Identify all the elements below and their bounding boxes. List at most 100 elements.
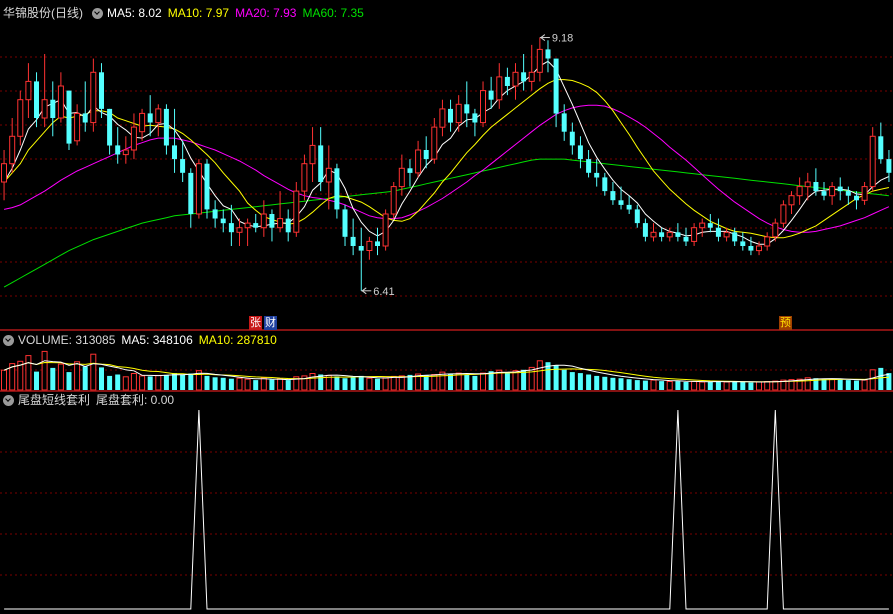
candle-body [488,90,494,100]
volume-bar [536,360,543,391]
volume-bar [586,374,592,390]
chevron-down-icon[interactable] [92,7,103,19]
candle-body [301,163,308,192]
event-badge-yu[interactable]: 预 [779,316,792,330]
candle-body [188,172,194,214]
candle-body [813,182,819,192]
indicator-series [4,409,889,610]
indicator-legend: 尾盘短线套利 尾盘套利: 0.00 [0,391,180,409]
candle-body [25,80,32,101]
volume-bar [244,378,251,391]
volume-bar [618,378,624,390]
low-price-label: 6.41 [373,286,394,298]
candle-body [82,113,88,123]
candle-body [74,112,81,142]
candle-body [804,181,811,188]
candle-body [366,240,373,251]
event-badge-zhang[interactable]: 张 [249,316,262,330]
volume-bar [57,363,64,391]
volume-bar [115,374,121,390]
volume-bar [66,372,72,390]
volume-bar [350,377,356,390]
candle-body [772,222,779,238]
candle-body [325,167,332,183]
chevron-down-icon[interactable] [3,394,14,406]
candle-body [666,231,673,238]
candle-body [439,108,446,128]
volume-bar [253,380,259,390]
volume-bar [504,372,510,390]
candle-body [212,209,218,219]
candle-body [155,108,162,124]
candle-body [472,113,478,123]
candle-body [228,223,234,233]
ma5-label: MA5: 8.02 [107,6,162,20]
volume-bar [829,378,836,391]
candle-body [50,99,56,118]
volume-ma10-label: MA10: 287810 [198,333,277,347]
volume-bar [861,379,868,391]
candle-body [691,227,698,242]
candle-body [675,232,681,237]
candle-body [861,186,868,201]
candle-body [57,85,64,119]
candle-body [748,246,754,251]
candle-body [610,191,616,201]
candle-body [390,186,397,215]
candle-body [780,204,787,224]
volume-bar [455,372,462,391]
volume-bar [342,378,348,390]
candle-body [342,209,348,237]
volume-bar [147,376,153,390]
indicator-line [4,409,889,610]
high-price-label: 9.18 [552,33,573,45]
candle-body [642,223,648,237]
volume-bar [878,367,884,390]
candle-body [180,159,186,173]
volume-bar [610,377,616,390]
event-badge-cai[interactable]: 财 [264,316,277,330]
volume-bar [740,382,746,390]
candle-body [845,191,851,196]
volume-bar [715,381,721,390]
candle-body [163,108,169,146]
volume-bar [666,381,673,391]
indicator-name: 尾盘短线套利 [18,393,91,407]
volume-bar [212,377,218,390]
main-legend: 华锦股份(日线) MA5: 8.02 MA10: 7.97 MA20: 7.93… [0,4,370,22]
volume-bar [723,381,730,391]
ma10-label: MA10: 7.97 [167,6,230,20]
candle-body [618,200,624,205]
volume-bar [602,376,608,390]
candle-body [707,223,713,228]
chevron-down-icon[interactable] [3,334,14,346]
stock-chart: 9.18 6.41 [0,33,893,610]
candle-body [41,99,48,119]
volume-bar [748,382,754,390]
candle-body [521,72,527,82]
candle-body [650,231,657,238]
candle-body [66,90,72,144]
candle-body [17,99,24,137]
candle-body [512,71,519,87]
volume-label: VOLUME: 313085 [18,333,116,347]
candle-body [382,213,389,247]
volume-bar [659,381,665,390]
candle-body [634,209,640,224]
volume-bar [25,355,32,391]
candle-body [195,163,202,215]
volume-bar [642,380,648,390]
volume-bar [34,371,39,390]
volume-bar [869,369,876,391]
candle-body [204,163,210,210]
candle-body [788,195,795,206]
candle-body [715,227,721,237]
volume-bar [82,366,88,390]
volume-bar [528,366,535,391]
volume-bar [107,375,113,390]
volume-bar [334,376,340,390]
volume-bar [155,374,162,391]
candle-body [732,232,738,242]
volume-bar [772,380,779,391]
volume-bar [50,367,56,390]
